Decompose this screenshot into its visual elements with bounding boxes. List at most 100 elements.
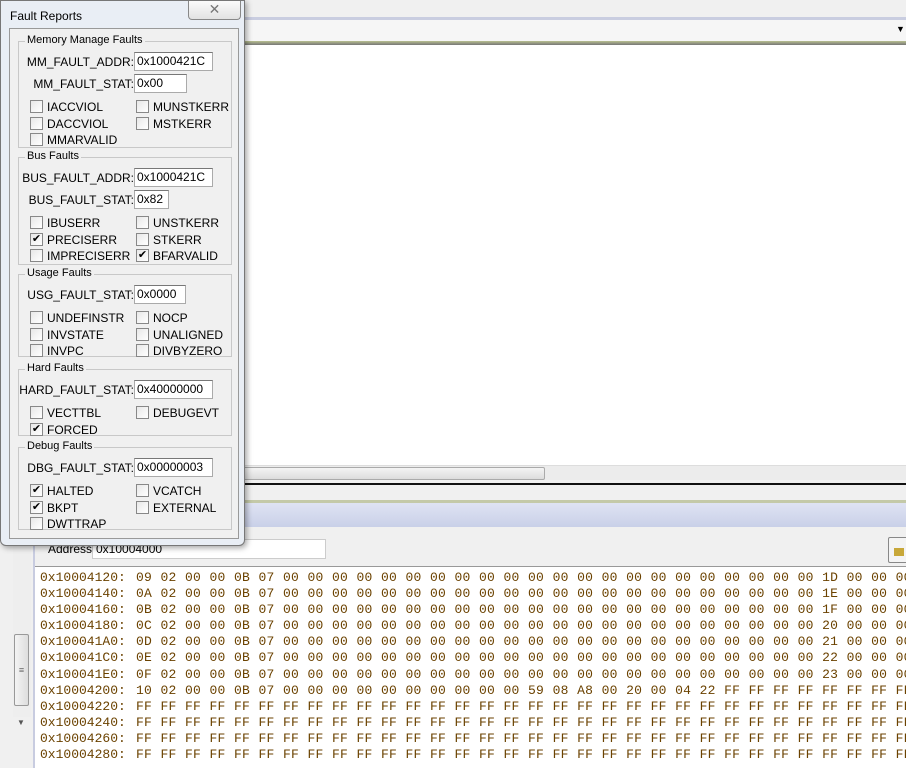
memory-row: 0x10004260: FF FF FF FF FF FF FF FF FF FF… xyxy=(40,731,906,747)
debugevt-label: DEBUGEVT xyxy=(153,406,220,420)
dwttrap-checkbox[interactable] xyxy=(30,517,43,530)
unstkerr-checkbox[interactable] xyxy=(136,216,149,229)
vcatch-label: VCATCH xyxy=(153,484,202,498)
usage-faults-group: Usage Faults USG_FAULT_STAT: 0x0000 UNDEFIN… xyxy=(18,267,232,358)
external-label: EXTERNAL xyxy=(153,500,217,515)
debug-fault-stat-field[interactable]: 0x00000003 xyxy=(134,458,213,477)
halted-checkbox[interactable]: ✔ xyxy=(30,484,43,497)
dialog-body: Memory Manage Faults MM_FAULT_ADDR: 0x1000… xyxy=(9,28,239,539)
row-bytes: 10 02 00 00 0B 07 00 00 00 00 00 00 00 0… xyxy=(136,682,906,698)
bfarvalid-checkbox[interactable]: ✔ xyxy=(136,249,149,262)
scrollbar-thumb[interactable]: ≡ xyxy=(14,634,29,706)
invstate-checkbox[interactable] xyxy=(30,327,43,341)
invpc-checkbox[interactable] xyxy=(30,344,43,357)
memory-row: 0x10004140: 0A 02 00 00 0B 07 00 00 00 00… xyxy=(40,586,906,602)
row-bytes: 0A 02 00 00 0B 07 00 00 00 00 00 00 00 0… xyxy=(136,586,906,602)
memory-fault-addr-label: MM_FAULT_ADDR: xyxy=(26,55,134,69)
bus-faults-group: Bus Faults BUS_FAULT_ADDR: 0x1000421C BUS_F… xyxy=(18,150,232,265)
group-title: Hard Faults xyxy=(25,362,86,374)
ibuserr-checkbox[interactable] xyxy=(30,216,43,229)
row-address: 0x100041A0: xyxy=(40,634,126,650)
stkerr-checkbox[interactable] xyxy=(136,232,149,246)
bus-fault-stat-label: BUS_FAULT_STAT: xyxy=(28,193,134,207)
undefinstr-checkbox[interactable] xyxy=(30,311,43,324)
dwttrap-label: DWTTRAP xyxy=(47,517,107,531)
row-bytes: 0F 02 00 00 0B 07 00 00 00 00 00 00 00 0… xyxy=(136,666,906,682)
daccviol-checkbox[interactable] xyxy=(30,116,43,130)
divbyzero-label: DIVBYZERO xyxy=(153,344,223,358)
bkpt-checkbox[interactable]: ✔ xyxy=(30,500,43,514)
iaccviol-label: IACCVIOL xyxy=(47,100,104,114)
group-title: Memory Manage Faults xyxy=(25,34,145,46)
scroll-down-icon[interactable]: ▼ xyxy=(17,718,25,727)
row-address: 0x10004140: xyxy=(40,586,126,602)
memory-fault-addr-field[interactable]: 0x1000421C xyxy=(134,52,213,71)
invpc-label: INVPC xyxy=(47,344,84,358)
bus-fault-addr-field[interactable]: 0x1000421C xyxy=(134,168,213,187)
divbyzero-checkbox[interactable] xyxy=(136,344,149,357)
memory-row: 0x100041C0: 0E 02 00 00 0B 07 00 00 00 00… xyxy=(40,650,906,666)
row-bytes: 09 02 00 00 0B 07 00 00 00 00 00 00 00 0… xyxy=(136,570,906,585)
unaligned-checkbox[interactable] xyxy=(136,327,149,341)
usage-fault-stat-label: USG_FAULT_STAT: xyxy=(27,288,134,302)
tab-dropdown-icon[interactable]: ▼ xyxy=(896,24,905,34)
bkpt-label: BKPT xyxy=(47,500,79,515)
row-address: 0x10004180: xyxy=(40,618,126,634)
usage-fault-stat-field[interactable]: 0x0000 xyxy=(134,285,186,304)
row-bytes: FF FF FF FF FF FF FF FF FF FF FF FF FF F… xyxy=(136,747,906,763)
row-address: 0x100041C0: xyxy=(40,650,126,666)
preciserr-checkbox[interactable]: ✔ xyxy=(30,232,43,246)
mmarvalid-label: MMARVALID xyxy=(47,133,118,147)
hard-fault-stat-label: HARD_FAULT_STAT: xyxy=(19,383,134,397)
row-bytes: FF FF FF FF FF FF FF FF FF FF FF FF FF F… xyxy=(136,698,906,714)
munstkerr-label: MUNSTKERR xyxy=(153,100,230,114)
nocp-checkbox[interactable] xyxy=(136,311,149,324)
row-bytes: 0C 02 00 00 0B 07 00 00 00 00 00 00 00 0… xyxy=(136,618,906,634)
debug-faults-group: Debug Faults DBG_FAULT_STAT: 0x00000003 ✔ HA… xyxy=(18,440,232,531)
memory-row: 0x100041A0: 0D 02 00 00 0B 07 00 00 00 00… xyxy=(40,634,906,650)
bfarvalid-label: BFARVALID xyxy=(153,249,218,263)
memory-row: 0x10004220: FF FF FF FF FF FF FF FF FF FF… xyxy=(40,699,906,715)
munstkerr-checkbox[interactable] xyxy=(136,100,149,113)
mstkerr-label: MSTKERR xyxy=(153,116,212,131)
preciserr-label: PRECISERR xyxy=(47,232,118,247)
unstkerr-label: UNSTKERR xyxy=(153,216,220,230)
memory-hex-view[interactable]: 0x10004120: 09 02 00 00 0B 07 00 00 00 00… xyxy=(35,566,906,768)
memory-fault-stat-label: MM_FAULT_STAT: xyxy=(33,77,134,91)
vcatch-checkbox[interactable] xyxy=(136,484,149,497)
row-bytes: FF FF FF FF FF FF FF FF FF FF FF FF FF F… xyxy=(136,714,906,730)
scrollbar-thumb[interactable] xyxy=(240,467,545,480)
mstkerr-checkbox[interactable] xyxy=(136,116,149,130)
row-address: 0x10004120: xyxy=(40,570,126,585)
lock-open-icon[interactable] xyxy=(888,537,906,563)
vecttbl-checkbox[interactable] xyxy=(30,406,43,419)
close-icon[interactable]: ✕ xyxy=(188,1,241,20)
undefinstr-label: UNDEFINSTR xyxy=(47,311,125,325)
row-bytes: 0E 02 00 00 0B 07 00 00 00 00 00 00 00 0… xyxy=(136,650,906,666)
external-checkbox[interactable] xyxy=(136,500,149,514)
row-address: 0x10004260: xyxy=(40,730,126,746)
memory-row: 0x10004280: FF FF FF FF FF FF FF FF FF FF… xyxy=(40,747,906,763)
memory-row: 0x10004200: 10 02 00 00 0B 07 00 00 00 00… xyxy=(40,683,906,699)
hard-faults-group: Hard Faults HARD_FAULT_STAT: 0x40000000 VEC… xyxy=(18,362,232,437)
memory-fault-stat-field[interactable]: 0x00 xyxy=(134,74,187,93)
bus-fault-stat-field[interactable]: 0x82 xyxy=(134,190,169,209)
row-bytes: FF FF FF FF FF FF FF FF FF FF FF FF FF F… xyxy=(136,730,906,746)
mmarvalid-checkbox[interactable] xyxy=(30,133,43,146)
daccviol-label: DACCVIOL xyxy=(47,116,109,131)
hard-fault-stat-field[interactable]: 0x40000000 xyxy=(134,380,213,399)
debugevt-checkbox[interactable] xyxy=(136,406,149,419)
memory-faults-group: Memory Manage Faults MM_FAULT_ADDR: 0x1000… xyxy=(18,34,232,148)
invstate-label: INVSTATE xyxy=(47,327,104,342)
memory-row: 0x10004240: FF FF FF FF FF FF FF FF FF FF… xyxy=(40,715,906,731)
stkerr-label: STKERR xyxy=(153,232,202,247)
halted-label: HALTED xyxy=(47,484,94,498)
row-address: 0x10004220: xyxy=(40,698,126,714)
row-bytes: 0B 02 00 00 0B 07 00 00 00 00 00 00 00 0… xyxy=(136,602,906,618)
impreciserr-label: IMPRECISERR xyxy=(47,249,131,263)
iaccviol-checkbox[interactable] xyxy=(30,100,43,113)
impreciserr-checkbox[interactable] xyxy=(30,249,43,262)
ibuserr-label: IBUSERR xyxy=(47,216,101,230)
forced-checkbox[interactable]: ✔ xyxy=(30,422,43,436)
memory-row: 0x10004160: 0B 02 00 00 0B 07 00 00 00 00… xyxy=(40,602,906,618)
